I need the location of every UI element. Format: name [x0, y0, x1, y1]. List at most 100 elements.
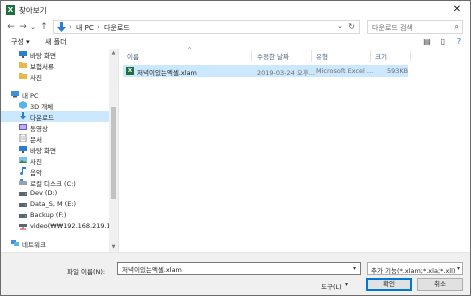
- preview-pane-icon[interactable]: ▯: [437, 36, 449, 48]
- view-options-icon[interactable]: ▤: [421, 36, 433, 48]
- search-icon[interactable]: ⌕: [455, 22, 459, 32]
- folder-icon: [19, 73, 27, 79]
- sort-ascending-icon: ^: [187, 47, 193, 54]
- file-type-select[interactable]: 추가 기능(*.xlam;*.xla;*.xll) ▾: [367, 262, 463, 275]
- sidebar-item-drive-d[interactable]: Dev (D:): [1, 188, 109, 199]
- sidebar-scrollbar[interactable]: ▲ ▼: [109, 49, 118, 252]
- tools-dropdown-icon[interactable]: ▾: [345, 281, 348, 288]
- sidebar-item-music[interactable]: 음악: [1, 166, 109, 177]
- sidebar-item-3d-objects[interactable]: 3D 개체: [1, 100, 109, 111]
- sidebar-item-label: Data_S, M (E:): [30, 200, 77, 208]
- cancel-button[interactable]: 취소: [417, 278, 463, 291]
- breadcrumb-this-pc[interactable]: 내 PC: [76, 23, 94, 33]
- title-bar: X 찾아보기 ✕: [1, 1, 470, 19]
- sidebar-item-videos[interactable]: 동영상: [1, 122, 109, 133]
- document-icon: [19, 134, 27, 142]
- scrollbar-thumb[interactable]: [111, 107, 116, 199]
- up-folder-button[interactable]: ↑: [38, 21, 50, 33]
- sidebar-item-documents[interactable]: 문서: [1, 133, 109, 144]
- search-input[interactable]: [372, 22, 448, 33]
- download-icon: [20, 112, 26, 120]
- drive-icon: [19, 203, 27, 207]
- scroll-up-arrow-icon[interactable]: ▲: [110, 50, 117, 57]
- column-header-modified[interactable]: 수정한 날짜: [257, 51, 289, 61]
- column-header-name[interactable]: 이름: [127, 51, 139, 61]
- breadcrumb-separator: ›: [69, 23, 72, 31]
- navigation-bar: ← → ⌄ ↑ › 내 PC › 다운로드 ⌄ ↻ ⌕: [1, 19, 470, 35]
- sidebar-item-drive-e[interactable]: Data_S, M (E:): [1, 199, 109, 210]
- filename-label: 파일 이름(N):: [67, 268, 106, 276]
- sidebar-item-network[interactable]: 네트워크: [1, 238, 109, 249]
- sidebar-item-label: 3D 개체: [30, 103, 54, 111]
- excel-file-icon: X: [126, 67, 134, 75]
- sidebar-item-downloads[interactable]: 다운로드: [1, 111, 109, 122]
- dialog-footer: 파일 이름(N): ▾ 추가 기능(*.xlam;*.xla;*.xll) ▾ …: [1, 252, 470, 295]
- window-title: 찾아보기: [19, 6, 47, 15]
- column-divider[interactable]: [251, 50, 252, 62]
- network-drive-icon: [19, 224, 27, 230]
- sidebar-item-label: 사진: [30, 158, 42, 166]
- file-list: 이름 ^ 수정한 날짜 유형 크기 X 저녁이있는엑셀.xlam 2019-03…: [120, 47, 470, 252]
- sidebar-item-insurance-docs[interactable]: 보험서류: [1, 60, 109, 71]
- file-name: 저녁이있는엑셀.xlam: [137, 69, 197, 77]
- address-bar[interactable]: › 내 PC › 다운로드 ⌄ ↻: [53, 20, 360, 34]
- network-icon: [11, 240, 19, 246]
- excel-app-icon: X: [6, 5, 15, 15]
- address-dropdown-icon[interactable]: ⌄: [337, 22, 343, 30]
- video-icon: [19, 124, 27, 130]
- open-button[interactable]: 확인: [366, 278, 412, 291]
- sidebar-item-label: 사진: [30, 74, 42, 82]
- close-button[interactable]: ✕: [449, 3, 465, 17]
- sidebar-item-label: 음악: [30, 169, 42, 177]
- pc-icon: [11, 91, 19, 98]
- file-type: Microsoft Excel ...: [316, 67, 374, 75]
- folder-icon: [19, 62, 27, 68]
- sidebar-item-network-drive-v[interactable]: video(₩₩192.168.219.111) (V: [1, 221, 118, 232]
- sidebar-item-label: Backup (F:): [30, 211, 67, 219]
- file-size: 593KB: [387, 67, 409, 75]
- sidebar-item-label: 동영상: [30, 125, 48, 133]
- sidebar-item-photos[interactable]: 사진: [1, 71, 109, 82]
- desktop-icon: [19, 146, 27, 153]
- desktop-icon: [19, 51, 27, 58]
- sidebar-item-label: 바탕 화면: [30, 147, 56, 155]
- scroll-down-arrow-icon[interactable]: ▼: [110, 244, 117, 251]
- browse-dialog: X 찾아보기 ✕ ← → ⌄ ↑ › 내 PC › 다운로드 ⌄ ↻ ⌕ 구성 …: [0, 0, 471, 296]
- filename-input[interactable]: [117, 262, 361, 275]
- file-type-value: 추가 기능(*.xlam;*.xla;*.xll): [371, 267, 456, 275]
- sidebar-item-drive-f[interactable]: Backup (F:): [1, 210, 109, 221]
- sidebar-item-label: 바탕 화면: [30, 52, 56, 60]
- column-divider[interactable]: [370, 50, 371, 62]
- cancel-button-label: 취소: [434, 280, 446, 288]
- refresh-icon[interactable]: ↻: [348, 22, 355, 31]
- chevron-down-icon: ▾: [456, 265, 460, 272]
- sidebar-item-desktop-pc[interactable]: 바탕 화면: [1, 144, 109, 155]
- column-header-type[interactable]: 유형: [316, 51, 328, 61]
- filename-dropdown-icon[interactable]: ▾: [353, 265, 356, 272]
- sidebar-item-label: 로컬 디스크 (C:): [30, 180, 76, 188]
- new-folder-button[interactable]: 새 폴더: [45, 37, 67, 47]
- search-box[interactable]: ⌕: [367, 20, 463, 34]
- back-button[interactable]: ←: [5, 21, 17, 33]
- sidebar-item-desktop[interactable]: 바탕 화면: [1, 49, 109, 60]
- column-divider[interactable]: [311, 50, 312, 62]
- sidebar-item-label: video(₩₩192.168.219.111) (V: [30, 222, 119, 230]
- music-icon: [20, 167, 26, 175]
- sidebar-item-drive-c[interactable]: 로컬 디스크 (C:): [1, 177, 109, 188]
- sidebar-item-pictures[interactable]: 사진: [1, 155, 109, 166]
- local-disk-icon: [19, 179, 27, 185]
- organize-button[interactable]: 구성 ▾: [11, 37, 30, 47]
- sidebar-item-this-pc[interactable]: 내 PC: [1, 89, 109, 100]
- sidebar-item-label: 보험서류: [30, 63, 54, 71]
- navigation-pane: 바탕 화면 보험서류 사진 내 PC 3D 개체 다운로드 동영상 문서 바탕 …: [1, 49, 119, 252]
- column-header-size[interactable]: 크기: [375, 51, 387, 61]
- drive-icon: [19, 192, 27, 196]
- download-folder-icon: [57, 22, 66, 32]
- column-divider[interactable]: [410, 50, 411, 62]
- breadcrumb-downloads[interactable]: 다운로드: [104, 23, 130, 33]
- help-icon[interactable]: ?: [453, 36, 465, 48]
- tools-button[interactable]: 도구(L): [321, 281, 342, 291]
- drive-icon: [19, 214, 27, 218]
- file-row[interactable]: X 저녁이있는엑셀.xlam 2019-03-24 오후... Microsof…: [123, 65, 408, 77]
- file-modified: 2019-03-24 오후...: [257, 69, 315, 77]
